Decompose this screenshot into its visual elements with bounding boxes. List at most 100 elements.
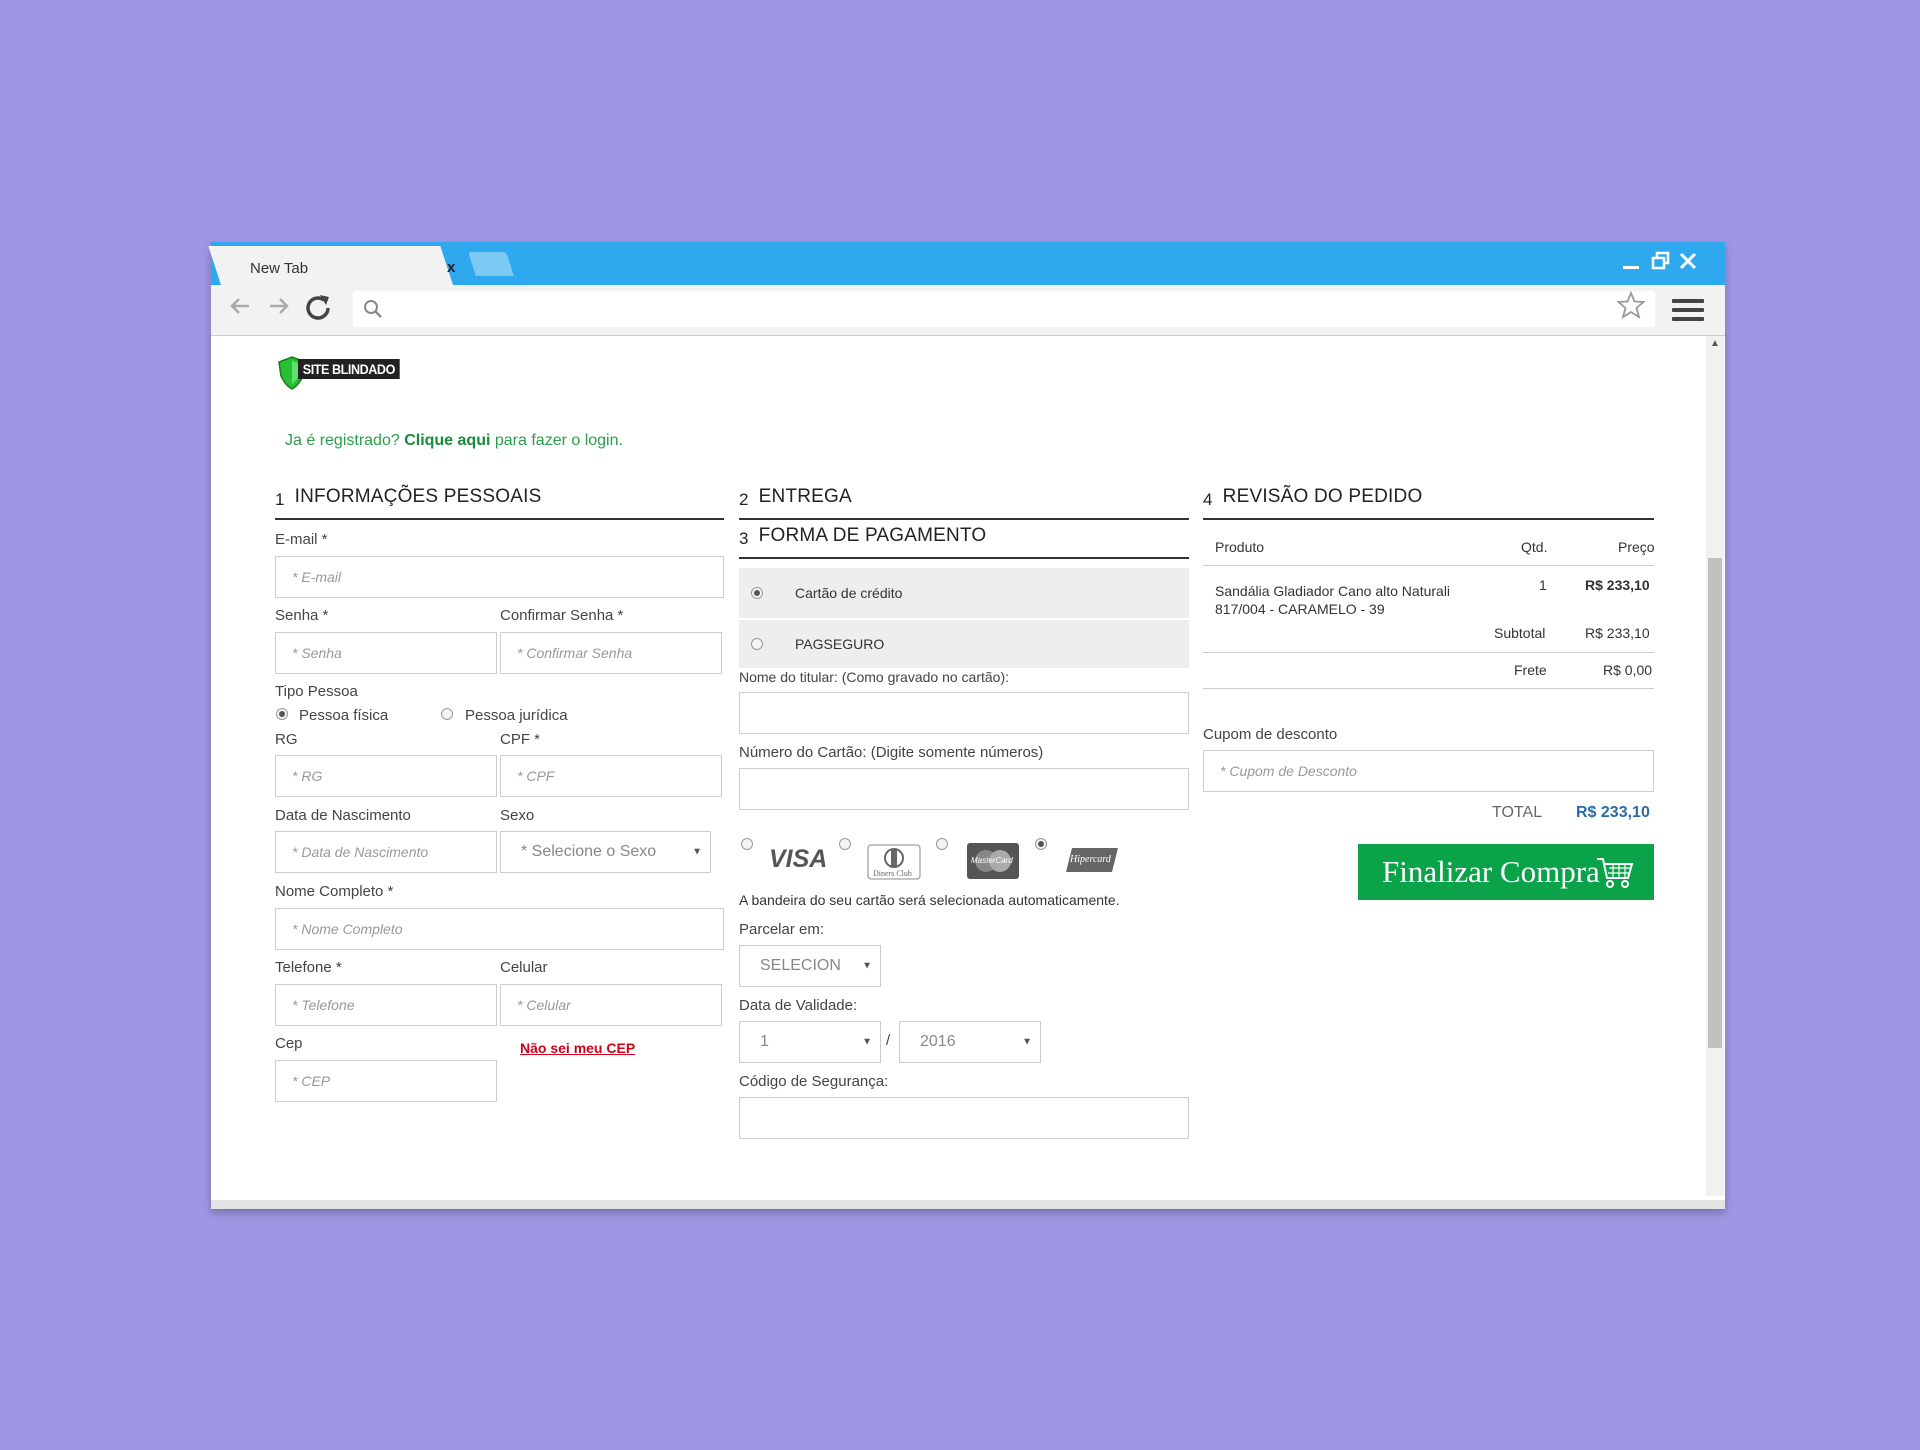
- cartao-radio[interactable]: [751, 587, 763, 599]
- mastercard-radio[interactable]: [936, 838, 948, 850]
- titular-field[interactable]: [739, 692, 1189, 734]
- section-divider: [739, 518, 1189, 520]
- login-suffix: para fazer o login.: [494, 432, 623, 449]
- col-produto-header: Produto: [1215, 539, 1265, 555]
- numero-cartao-field[interactable]: [739, 768, 1189, 810]
- section-title-text: FORMA DE PAGAMENTO: [758, 525, 987, 546]
- sexo-label: Sexo: [500, 807, 535, 824]
- section-divider: [739, 557, 1189, 559]
- confirmar-senha-field[interactable]: * Confirmar Senha: [500, 632, 722, 674]
- url-input[interactable]: [393, 291, 1617, 329]
- item-preco: R$ 233,10: [1585, 577, 1650, 593]
- table-divider: [1203, 688, 1654, 689]
- diners-radio[interactable]: [839, 838, 851, 850]
- browser-tab[interactable]: New Tab x: [221, 246, 455, 285]
- sexo-select[interactable]: * Selecione o Sexo ▼: [500, 831, 711, 873]
- window-bottom-border: [211, 1200, 1725, 1209]
- pagseguro-radio[interactable]: [751, 638, 763, 650]
- validade-label: Data de Validade:: [739, 997, 858, 1014]
- cep-field[interactable]: * CEP: [275, 1060, 497, 1102]
- payment-option-pagseguro[interactable]: PAGSEGURO: [739, 620, 1189, 668]
- minimize-icon[interactable]: [1622, 250, 1640, 278]
- validade-ano-select[interactable]: 2016 ▼: [899, 1021, 1041, 1063]
- section-number: 2: [739, 490, 749, 509]
- section-entrega-title: 2 ENTREGA: [739, 486, 852, 510]
- browser-menu-icon[interactable]: [1672, 299, 1704, 326]
- nome-field[interactable]: * Nome Completo: [275, 908, 724, 950]
- telefone-label: Telefone *: [275, 959, 342, 976]
- close-window-icon[interactable]: [1678, 250, 1698, 278]
- cep-label: Cep: [275, 1035, 303, 1052]
- scrollbar-thumb[interactable]: [1708, 558, 1722, 1048]
- payment-option-cartao[interactable]: Cartão de crédito: [739, 568, 1189, 618]
- hipercard-text: Hipercard: [1070, 854, 1111, 865]
- diners-club-text: Diners Club: [873, 869, 912, 878]
- numero-cartao-label: Número do Cartão: (Digite somente número…: [739, 744, 1044, 761]
- logo-text: SITE BLINDADO: [298, 359, 400, 379]
- celular-label: Celular: [500, 959, 548, 976]
- nao-sei-cep-link[interactable]: Não sei meu CEP: [520, 1040, 635, 1056]
- dropdown-arrow-icon: ▼: [862, 960, 872, 972]
- nascimento-field[interactable]: * Data de Nascimento: [275, 831, 497, 873]
- bookmark-star-icon[interactable]: [1616, 290, 1646, 326]
- site-blindado-logo: SITE BLINDADO: [277, 356, 411, 390]
- new-tab-button[interactable]: [468, 252, 514, 276]
- telefone-field[interactable]: * Telefone: [275, 984, 497, 1026]
- cupom-label: Cupom de desconto: [1203, 726, 1338, 743]
- parcelar-label: Parcelar em:: [739, 921, 825, 938]
- subtotal-label: Subtotal: [1494, 625, 1546, 641]
- pessoa-juridica-radio[interactable]: [441, 708, 453, 720]
- item-qtd: 1: [1539, 577, 1547, 593]
- visa-radio[interactable]: [741, 838, 753, 850]
- section-divider: [275, 518, 724, 520]
- parcelar-select-value: SELECION: [760, 957, 841, 974]
- confirmar-senha-label: Confirmar Senha *: [500, 607, 624, 624]
- back-arrow-icon[interactable]: [227, 293, 253, 326]
- seguranca-field[interactable]: [739, 1097, 1189, 1139]
- tipo-pessoa-label: Tipo Pessoa: [275, 683, 358, 700]
- page-scrollbar[interactable]: ▲: [1706, 336, 1724, 1196]
- pessoa-fisica-label: Pessoa física: [299, 707, 389, 724]
- table-divider: [1203, 652, 1654, 653]
- nascimento-label: Data de Nascimento: [275, 807, 411, 824]
- pessoa-juridica-label: Pessoa jurídica: [465, 707, 568, 724]
- bandeira-note: A bandeira do seu cartão será selecionad…: [739, 892, 1120, 908]
- tab-title: New Tab: [250, 260, 309, 277]
- login-link[interactable]: Clique aqui: [404, 432, 490, 449]
- section-title-text: INFORMAÇÕES PESSOAIS: [294, 486, 542, 507]
- nome-label: Nome Completo *: [275, 883, 394, 900]
- browser-titlebar: New Tab x: [208, 242, 1725, 285]
- seguranca-label: Código de Segurança:: [739, 1073, 889, 1090]
- reload-icon[interactable]: [304, 291, 334, 333]
- celular-field[interactable]: * Celular: [500, 984, 722, 1026]
- validade-mes-select[interactable]: 1 ▼: [739, 1021, 881, 1063]
- cpf-field[interactable]: * CPF: [500, 755, 722, 797]
- dropdown-arrow-icon: ▼: [692, 846, 702, 858]
- dropdown-arrow-icon: ▼: [1022, 1036, 1032, 1048]
- senha-field[interactable]: * Senha: [275, 632, 497, 674]
- section-number: 4: [1203, 490, 1213, 509]
- section-number: 1: [275, 490, 285, 509]
- scroll-up-arrow-icon[interactable]: ▲: [1710, 338, 1720, 349]
- pessoa-fisica-radio[interactable]: [276, 708, 288, 720]
- subtotal-value: R$ 233,10: [1585, 625, 1650, 641]
- shopping-cart-icon: [1597, 858, 1634, 888]
- cupom-field[interactable]: * Cupom de Desconto: [1203, 750, 1654, 792]
- address-bar[interactable]: [353, 291, 1655, 329]
- total-label: TOTAL: [1492, 804, 1543, 821]
- tab-close-button[interactable]: x: [447, 259, 455, 276]
- section-title-text: REVISÃO DO PEDIDO: [1222, 486, 1423, 507]
- login-prompt: Ja é registrado? Clique aqui para fazer …: [285, 432, 623, 450]
- parcelar-select[interactable]: SELECION ▼: [739, 945, 881, 987]
- titular-label: Nome do titular: (Como gravado no cartão…: [739, 669, 1010, 685]
- finalizar-compra-button[interactable]: Finalizar Compra: [1358, 844, 1654, 900]
- rg-field[interactable]: * RG: [275, 755, 497, 797]
- mastercard-logo: MasterCard: [967, 843, 1019, 879]
- email-field[interactable]: * E-mail: [275, 556, 724, 598]
- hipercard-radio[interactable]: [1035, 838, 1047, 850]
- col-preco-header: Preço: [1618, 539, 1655, 555]
- forward-arrow-icon[interactable]: [266, 293, 292, 326]
- restore-icon[interactable]: [1651, 250, 1671, 278]
- section-divider: [1203, 518, 1654, 520]
- pagseguro-label: PAGSEGURO: [795, 636, 885, 652]
